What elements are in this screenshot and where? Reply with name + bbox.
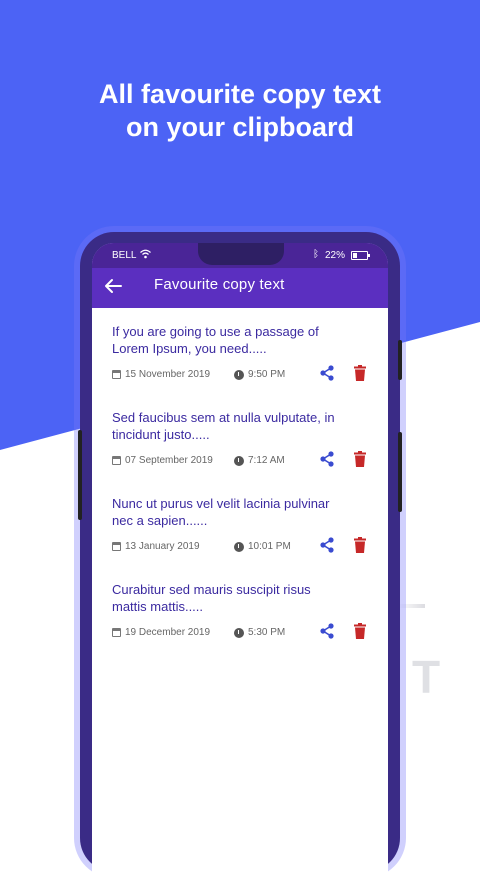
calendar-icon	[112, 542, 121, 551]
promo-headline: All favourite copy text on your clipboar…	[0, 78, 480, 144]
item-date: 07 September 2019	[112, 455, 213, 466]
carrier-label: BELL	[112, 250, 137, 261]
date-label: 13 January 2019	[125, 541, 200, 552]
item-text: Curabitur sed mauris suscipit risus matt…	[112, 582, 311, 614]
date-label: 07 September 2019	[125, 455, 213, 466]
share-icon[interactable]	[319, 623, 335, 639]
list-item[interactable]: If you are going to use a passage of Lor…	[92, 308, 388, 394]
decorative-letter: T	[412, 654, 441, 700]
battery-icon	[351, 251, 370, 260]
item-text: If you are going to use a passage of Lor…	[112, 324, 319, 356]
clock-icon	[234, 627, 244, 638]
list-item[interactable]: Nunc ut purus vel velit lacinia pulvinar…	[92, 480, 388, 566]
date-label: 19 December 2019	[125, 627, 211, 638]
list-item[interactable]: Sed faucibus sem at nulla vulputate, in …	[92, 394, 388, 480]
trash-icon[interactable]	[353, 365, 367, 381]
share-icon[interactable]	[319, 537, 335, 553]
trash-icon[interactable]	[353, 537, 367, 553]
headline-line-2: on your clipboard	[125, 112, 354, 142]
item-text: Sed faucibus sem at nulla vulputate, in …	[112, 410, 335, 442]
phone-screen: BELL ᛒ 22% Favourite copy text If you ar…	[92, 243, 388, 873]
clock-icon	[234, 455, 244, 466]
trash-icon[interactable]	[353, 451, 367, 467]
list-item[interactable]: Curabitur sed mauris suscipit risus matt…	[92, 566, 388, 652]
decorative-bar	[397, 604, 425, 608]
toolbar-title: Favourite copy text	[154, 276, 285, 293]
phone-side-button	[398, 340, 402, 380]
phone-notch	[198, 243, 284, 265]
share-icon[interactable]	[319, 451, 335, 467]
phone-side-button	[78, 430, 82, 520]
item-text: Nunc ut purus vel velit lacinia pulvinar…	[112, 496, 330, 528]
clock-icon	[234, 369, 244, 380]
time-label: 5:30 PM	[248, 627, 286, 638]
wifi-icon	[140, 249, 151, 259]
item-date: 19 December 2019	[112, 627, 210, 638]
app-toolbar: BELL ᛒ 22% Favourite copy text	[92, 243, 388, 308]
item-time: 7:12 AM	[234, 455, 285, 466]
item-time: 5:30 PM	[234, 627, 285, 638]
calendar-icon	[112, 456, 121, 465]
item-date: 15 November 2019	[112, 369, 210, 380]
date-label: 15 November 2019	[125, 369, 211, 380]
item-date: 13 January 2019	[112, 541, 200, 552]
calendar-icon	[112, 628, 121, 637]
share-icon[interactable]	[319, 365, 335, 381]
trash-icon[interactable]	[353, 623, 367, 639]
phone-side-button	[398, 432, 402, 512]
arrow-left-icon[interactable]	[102, 275, 124, 297]
battery-percent: 22%	[325, 250, 346, 261]
item-time: 9:50 PM	[234, 369, 285, 380]
time-label: 10:01 PM	[248, 541, 291, 552]
time-label: 9:50 PM	[248, 369, 286, 380]
time-label: 7:12 AM	[248, 455, 285, 466]
headline-line-1: All favourite copy text	[98, 79, 382, 109]
item-time: 10:01 PM	[234, 541, 291, 552]
bluetooth-icon: ᛒ	[313, 249, 319, 260]
clock-icon	[234, 541, 244, 552]
calendar-icon	[112, 370, 121, 379]
